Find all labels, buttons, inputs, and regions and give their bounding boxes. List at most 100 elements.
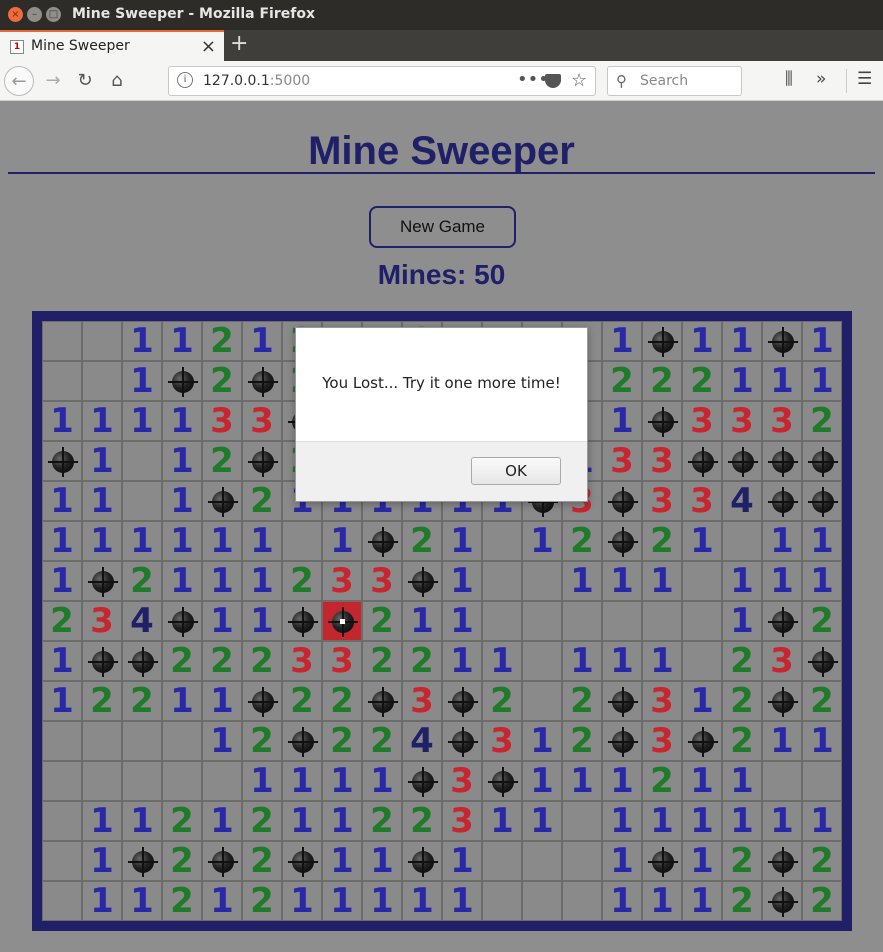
mine-cell[interactable]: [82, 561, 122, 601]
number-cell[interactable]: 1: [162, 681, 202, 721]
number-cell[interactable]: 1: [682, 521, 722, 561]
number-cell[interactable]: 2: [642, 761, 682, 801]
mine-cell[interactable]: [802, 481, 842, 521]
mine-cell[interactable]: [202, 481, 242, 521]
empty-cell[interactable]: [42, 721, 82, 761]
number-cell[interactable]: 2: [602, 361, 642, 401]
mine-cell[interactable]: [762, 601, 802, 641]
number-cell[interactable]: 2: [162, 881, 202, 921]
mine-cell[interactable]: [762, 681, 802, 721]
mine-cell[interactable]: [602, 721, 642, 761]
empty-cell[interactable]: [482, 881, 522, 921]
number-cell[interactable]: 2: [402, 641, 442, 681]
number-cell[interactable]: 1: [162, 521, 202, 561]
number-cell[interactable]: 3: [682, 481, 722, 521]
number-cell[interactable]: 1: [482, 801, 522, 841]
number-cell[interactable]: 3: [682, 401, 722, 441]
number-cell[interactable]: 4: [122, 601, 162, 641]
number-cell[interactable]: 2: [642, 521, 682, 561]
number-cell[interactable]: 1: [762, 721, 802, 761]
number-cell[interactable]: 4: [402, 721, 442, 761]
number-cell[interactable]: 1: [322, 761, 362, 801]
number-cell[interactable]: 1: [682, 761, 722, 801]
empty-cell[interactable]: [762, 761, 802, 801]
exploded-mine-cell[interactable]: [322, 601, 362, 641]
mine-cell[interactable]: [602, 681, 642, 721]
number-cell[interactable]: 1: [202, 601, 242, 641]
empty-cell[interactable]: [42, 801, 82, 841]
mine-cell[interactable]: [802, 641, 842, 681]
number-cell[interactable]: 1: [482, 641, 522, 681]
empty-cell[interactable]: [562, 801, 602, 841]
number-cell[interactable]: 1: [82, 881, 122, 921]
overflow-chevron-icon[interactable]: »: [816, 69, 826, 89]
number-cell[interactable]: 1: [122, 881, 162, 921]
mine-cell[interactable]: [402, 561, 442, 601]
empty-cell[interactable]: [482, 521, 522, 561]
number-cell[interactable]: 1: [682, 881, 722, 921]
mine-cell[interactable]: [122, 641, 162, 681]
number-cell[interactable]: 2: [322, 721, 362, 761]
mine-cell[interactable]: [202, 841, 242, 881]
number-cell[interactable]: 1: [202, 881, 242, 921]
number-cell[interactable]: 1: [242, 761, 282, 801]
window-maximize-button[interactable]: □: [46, 7, 61, 22]
number-cell[interactable]: 2: [802, 601, 842, 641]
number-cell[interactable]: 1: [442, 561, 482, 601]
number-cell[interactable]: 2: [402, 521, 442, 561]
ok-button[interactable]: OK: [471, 457, 561, 485]
number-cell[interactable]: 1: [322, 521, 362, 561]
new-tab-button[interactable]: +: [230, 31, 248, 56]
number-cell[interactable]: 1: [802, 521, 842, 561]
number-cell[interactable]: 1: [322, 801, 362, 841]
number-cell[interactable]: 1: [82, 841, 122, 881]
url-bar[interactable]: i 127.0.0.1:5000 ••• ☆: [168, 66, 596, 96]
window-close-button[interactable]: ×: [8, 7, 23, 22]
empty-cell[interactable]: [282, 521, 322, 561]
number-cell[interactable]: 2: [282, 681, 322, 721]
mine-cell[interactable]: [282, 841, 322, 881]
number-cell[interactable]: 2: [242, 881, 282, 921]
number-cell[interactable]: 2: [802, 881, 842, 921]
number-cell[interactable]: 1: [562, 641, 602, 681]
home-button[interactable]: ⌂: [102, 66, 132, 96]
number-cell[interactable]: 2: [202, 441, 242, 481]
number-cell[interactable]: 2: [562, 721, 602, 761]
number-cell[interactable]: 1: [442, 641, 482, 681]
number-cell[interactable]: 2: [722, 681, 762, 721]
number-cell[interactable]: 1: [722, 561, 762, 601]
number-cell[interactable]: 1: [722, 601, 762, 641]
number-cell[interactable]: 1: [802, 321, 842, 361]
number-cell[interactable]: 2: [562, 681, 602, 721]
empty-cell[interactable]: [162, 761, 202, 801]
number-cell[interactable]: 1: [122, 361, 162, 401]
number-cell[interactable]: 3: [642, 721, 682, 761]
number-cell[interactable]: 1: [42, 521, 82, 561]
number-cell[interactable]: 1: [402, 601, 442, 641]
number-cell[interactable]: 1: [42, 401, 82, 441]
number-cell[interactable]: 3: [762, 641, 802, 681]
tab-mine-sweeper[interactable]: 1 Mine Sweeper ×: [0, 30, 224, 61]
number-cell[interactable]: 1: [682, 801, 722, 841]
number-cell[interactable]: 1: [602, 761, 642, 801]
mine-cell[interactable]: [722, 441, 762, 481]
number-cell[interactable]: 3: [322, 561, 362, 601]
number-cell[interactable]: 2: [562, 521, 602, 561]
empty-cell[interactable]: [562, 601, 602, 641]
pocket-icon[interactable]: [545, 74, 561, 88]
number-cell[interactable]: 2: [162, 841, 202, 881]
number-cell[interactable]: 1: [122, 521, 162, 561]
number-cell[interactable]: 3: [482, 721, 522, 761]
mine-cell[interactable]: [762, 321, 802, 361]
number-cell[interactable]: 1: [802, 721, 842, 761]
number-cell[interactable]: 2: [122, 681, 162, 721]
number-cell[interactable]: 1: [122, 801, 162, 841]
empty-cell[interactable]: [122, 721, 162, 761]
empty-cell[interactable]: [482, 841, 522, 881]
mine-cell[interactable]: [682, 721, 722, 761]
mine-cell[interactable]: [402, 761, 442, 801]
number-cell[interactable]: 1: [442, 841, 482, 881]
number-cell[interactable]: 1: [722, 321, 762, 361]
number-cell[interactable]: 1: [602, 401, 642, 441]
empty-cell[interactable]: [602, 601, 642, 641]
